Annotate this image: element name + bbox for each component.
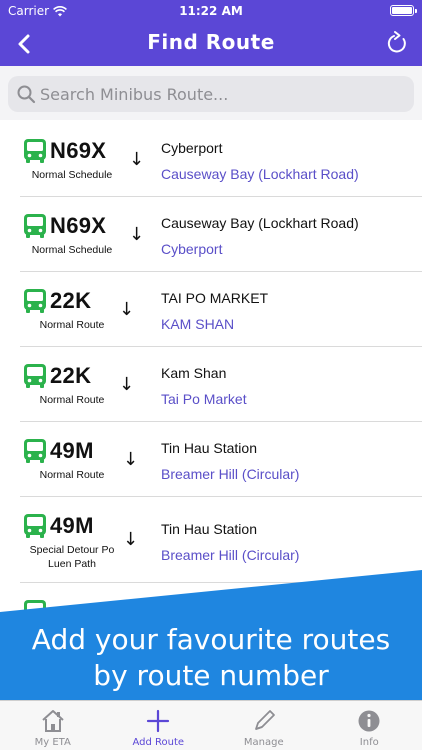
route-number: 22K	[50, 363, 92, 388]
page-title: Find Route	[147, 30, 275, 54]
route-destination: Causeway Bay (Lockhart Road)	[161, 166, 359, 182]
route-origin: Causeway Bay (Lockhart Road)	[161, 215, 359, 231]
status-time: 11:22 AM	[179, 4, 243, 18]
home-icon	[42, 710, 64, 732]
tab-info[interactable]: Info	[317, 701, 422, 750]
refresh-icon[interactable]	[382, 27, 412, 59]
promo-line-2: by route number	[93, 659, 329, 692]
route-number: 49M	[50, 513, 94, 538]
status-bar: Carrier 11:22 AM	[0, 0, 422, 22]
bus-icon	[24, 364, 46, 388]
tab-manage[interactable]: Manage	[211, 701, 317, 750]
arrow-down-icon: ↓	[123, 529, 139, 550]
tab-label: My ETA	[34, 737, 71, 748]
route-schedule: Normal Route	[39, 319, 105, 331]
arrow-down-icon: ↓	[129, 224, 145, 245]
route-schedule: Normal Route	[39, 469, 105, 481]
tab-label: Add Route	[132, 737, 185, 748]
bus-icon	[24, 439, 46, 463]
route-number: 22K	[50, 288, 92, 313]
route-destination: Cyberport	[161, 241, 223, 257]
battery-icon	[390, 5, 417, 16]
bus-icon	[24, 139, 46, 163]
tab-label: Manage	[243, 737, 284, 748]
route-number: 49M	[50, 438, 94, 463]
arrow-down-icon: ↓	[129, 149, 145, 170]
route-schedule: Normal Route	[39, 394, 105, 406]
route-schedule: Normal Schedule	[31, 169, 113, 181]
search-icon	[17, 85, 36, 104]
route-destination: KAM SHAN	[161, 316, 235, 332]
route-row[interactable]: N69X Normal Schedule ↓ Causeway Bay (Loc…	[0, 197, 422, 272]
search-bar	[0, 66, 422, 120]
route-row[interactable]: N69X Normal Schedule ↓ Cyberport Causewa…	[0, 122, 422, 197]
route-number: N69X	[50, 138, 107, 163]
route-row[interactable]: 49M Special Detour Po Luen Path ↓ Tin Ha…	[0, 497, 422, 583]
plus-icon	[147, 709, 170, 733]
route-origin: TAI PO MARKET	[161, 290, 269, 306]
search-input[interactable]	[40, 76, 400, 112]
arrow-down-icon: ↓	[119, 374, 135, 395]
tab-label: Info	[359, 737, 379, 748]
tab-my-eta[interactable]: My ETA	[0, 701, 106, 750]
search-field[interactable]	[8, 76, 414, 112]
route-row[interactable]: 22K Normal Route ↓ TAI PO MARKET KAM SHA…	[0, 272, 422, 347]
pencil-icon	[254, 710, 275, 730]
route-origin: Cyberport	[161, 140, 223, 156]
arrow-down-icon: ↓	[119, 299, 135, 320]
route-destination: Breamer Hill (Circular)	[161, 547, 300, 563]
route-origin: Tin Hau Station	[161, 440, 257, 456]
tab-add-route[interactable]: Add Route	[106, 701, 212, 750]
route-row[interactable]: 22K Normal Route ↓ Kam Shan Tai Po Marke…	[0, 347, 422, 422]
header-bar: Carrier 11:22 AM Find Route	[0, 0, 422, 66]
bus-icon	[24, 214, 46, 238]
tab-bar: My ETA Add Route Manage Info	[0, 700, 422, 750]
promo-banner-text: Add your favourite routes by route numbe…	[0, 622, 422, 694]
info-icon	[358, 710, 380, 732]
route-origin: Tin Hau Station	[161, 521, 257, 537]
promo-line-1: Add your favourite routes	[31, 623, 391, 656]
route-row[interactable]: 49M Normal Route ↓ Tin Hau Station Bream…	[0, 422, 422, 497]
route-destination: Tai Po Market	[161, 391, 247, 407]
route-schedule: Normal Schedule	[31, 244, 113, 256]
route-number: N69X	[50, 213, 107, 238]
arrow-down-icon: ↓	[123, 449, 139, 470]
route-origin: Kam Shan	[161, 365, 227, 381]
route-schedule: Special Detour Po Luen Path	[29, 544, 115, 570]
bus-icon	[24, 289, 46, 313]
nav-bar: Find Route	[0, 22, 422, 66]
route-destination: Breamer Hill (Circular)	[161, 466, 300, 482]
bus-icon	[24, 514, 46, 538]
